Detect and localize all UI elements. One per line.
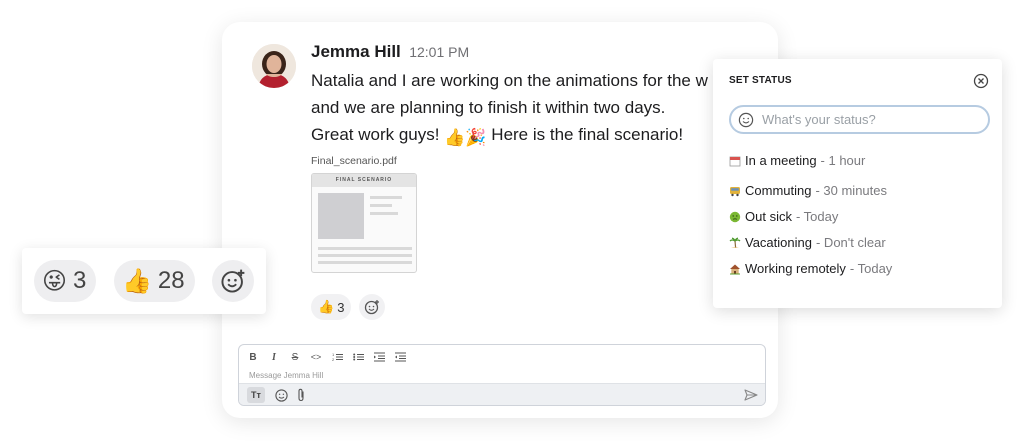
thumbs-up-emoji: 👍	[318, 299, 335, 314]
status-duration: - Don't clear	[815, 235, 886, 250]
message-reactions: 👍 3	[311, 294, 386, 320]
status-input-placeholder: What's your status?	[762, 112, 876, 127]
message-line-3-text: Great work guys!	[311, 125, 445, 144]
message-text: Natalia and I are working on the animati…	[311, 67, 778, 151]
add-reaction-button[interactable]	[212, 260, 254, 302]
house-icon	[730, 264, 740, 274]
message-line-3: Great work guys! 👍🎉 Here is the final sc…	[311, 121, 778, 151]
status-label: Out sick	[745, 209, 792, 224]
status-option-vacationing[interactable]: Vacationing - Don't clear	[729, 235, 886, 250]
avatar[interactable]	[252, 44, 296, 88]
reaction-count: 3	[337, 299, 345, 315]
smiley-icon	[738, 112, 754, 127]
svg-text:2: 2	[332, 357, 335, 362]
message-line-1: Natalia and I are working on the animati…	[311, 71, 708, 90]
formatting-toolbar: B I S <> 12	[247, 350, 406, 364]
preview-line	[318, 261, 412, 264]
bullet-list-button[interactable]	[352, 352, 364, 362]
author-name[interactable]: Jemma Hill	[311, 42, 401, 61]
set-status-panel: SET STATUS What's your status? In a meet…	[713, 59, 1002, 308]
reaction-winking-tongue[interactable]: 😜 3	[34, 260, 97, 302]
send-button[interactable]	[743, 387, 759, 403]
preview-line	[370, 212, 398, 215]
ordered-list-icon: 12	[332, 352, 343, 362]
thumbs-up-emoji: 👍	[122, 267, 152, 295]
sick-icon	[729, 211, 741, 222]
bold-button[interactable]: B	[247, 352, 259, 363]
status-duration: - Today	[849, 261, 893, 276]
smiley-icon	[274, 388, 288, 402]
outdent-button[interactable]	[394, 352, 406, 362]
status-label: Working remotely	[745, 261, 846, 276]
composer-bottom-bar: Tт	[239, 383, 765, 405]
code-button[interactable]: <>	[310, 352, 322, 362]
preview-line	[370, 196, 402, 199]
status-label: In a meeting	[745, 153, 817, 168]
attachment-file-name[interactable]: Final_scenario.pdf	[311, 155, 397, 167]
reactions-panel: 😜 3 👍 28	[22, 248, 266, 314]
reaction-count: 28	[157, 267, 185, 294]
attachment-preview-title: FINAL SCENARIO	[312, 174, 416, 187]
avatar-image	[252, 44, 296, 88]
winking-tongue-emoji: 😜	[42, 267, 68, 295]
preview-line	[318, 254, 412, 257]
add-reaction-icon	[221, 269, 245, 293]
chat-card: Jemma Hill 12:01 PM Natalia and I are wo…	[222, 22, 778, 418]
bus-icon	[730, 186, 740, 196]
calendar-icon	[729, 156, 741, 166]
close-icon	[973, 73, 989, 89]
send-icon	[744, 389, 758, 401]
bullet-list-icon	[352, 353, 364, 361]
italic-button[interactable]: I	[268, 352, 280, 363]
status-option-working-remotely[interactable]: Working remotely - Today	[729, 261, 892, 276]
status-option-out-sick[interactable]: Out sick - Today	[729, 209, 838, 224]
message-header: Jemma Hill 12:01 PM	[311, 42, 469, 62]
status-option-in-a-meeting[interactable]: In a meeting - 1 hour	[729, 153, 865, 168]
status-label: Commuting	[745, 183, 812, 198]
add-reaction-icon	[365, 300, 380, 315]
status-option-commuting[interactable]: Commuting - 30 minutes	[729, 183, 887, 198]
outdent-icon	[394, 352, 406, 362]
status-duration: - 1 hour	[820, 153, 866, 168]
text-format-button[interactable]: Tт	[247, 387, 265, 403]
preview-line	[318, 247, 412, 250]
thumbs-up-emoji: 👍	[444, 128, 466, 147]
add-reaction-button[interactable]	[359, 294, 386, 320]
status-panel-title: SET STATUS	[729, 75, 792, 86]
indent-button[interactable]	[373, 352, 385, 362]
status-duration: - Today	[795, 209, 839, 224]
ordered-list-button[interactable]: 12	[331, 352, 343, 362]
message-line-2: and we are planning to finish it within …	[311, 98, 666, 117]
reaction-count: 3	[73, 267, 87, 294]
message-line-3-tail: Here is the final scenario!	[486, 125, 684, 144]
preview-line	[370, 204, 392, 207]
attachment-preview[interactable]: FINAL SCENARIO	[311, 173, 417, 273]
attachment-preview-image	[318, 193, 364, 239]
message-composer: B I S <> 12 Message Jemma Hill Tт	[238, 344, 766, 406]
party-popper-emoji: 🎉	[465, 128, 487, 147]
close-button[interactable]	[973, 73, 989, 89]
strikethrough-button[interactable]: S	[289, 352, 301, 363]
reaction-thumbs-up[interactable]: 👍 3	[311, 294, 352, 320]
reaction-thumbs-up[interactable]: 👍 28	[114, 260, 195, 302]
attach-button[interactable]	[293, 387, 309, 403]
emoji-button[interactable]	[273, 387, 289, 403]
status-input[interactable]: What's your status?	[729, 105, 990, 134]
status-duration: - 30 minutes	[815, 183, 888, 198]
message-timestamp: 12:01 PM	[409, 44, 470, 60]
message-input[interactable]: Message Jemma Hill	[249, 371, 323, 380]
status-label: Vacationing	[745, 235, 812, 250]
paperclip-icon	[298, 388, 304, 402]
palm-tree-icon	[729, 237, 741, 248]
indent-icon	[373, 352, 385, 362]
